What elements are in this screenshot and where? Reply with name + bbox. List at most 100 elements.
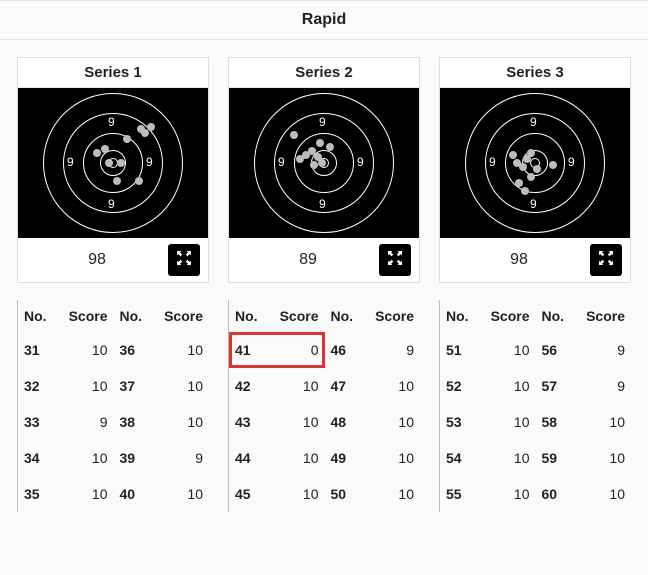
- shot-score: 10: [488, 368, 536, 404]
- col-header-no: No.: [536, 300, 581, 332]
- shot-no: 38: [114, 404, 162, 440]
- target: 9999: [229, 88, 419, 238]
- series-summary: 89: [229, 238, 419, 282]
- shot-score: 10: [488, 440, 536, 476]
- table-row: 469: [325, 332, 421, 368]
- shot-score: 9: [161, 440, 209, 476]
- table-row: 339: [18, 404, 114, 440]
- series-summary: 98: [18, 238, 208, 282]
- target: 9999: [18, 88, 208, 238]
- shot-score: 10: [583, 404, 631, 440]
- shot-no: 36: [114, 332, 162, 368]
- shot-score: 10: [372, 440, 420, 476]
- series-card: Series 1999998: [17, 57, 209, 283]
- shot-no: 46: [325, 332, 373, 368]
- table-row: 399: [114, 440, 210, 476]
- shot-score: 10: [161, 368, 209, 404]
- table-row: 3410: [18, 440, 114, 476]
- series-total: 98: [26, 251, 168, 269]
- table-row: 4910: [325, 440, 421, 476]
- shot-no: 39: [114, 440, 162, 476]
- table-row: 6010: [536, 476, 632, 512]
- shot-score: 10: [66, 440, 114, 476]
- series-title: Series 1: [18, 58, 208, 88]
- col-header-score: Score: [369, 300, 420, 332]
- ring-label: 9: [108, 115, 115, 129]
- shot-no: 50: [325, 476, 373, 512]
- expand-icon: [599, 251, 613, 270]
- shot-marker: [513, 159, 521, 167]
- score-table: No.Score4104210431044104510No.Score46947…: [228, 300, 420, 512]
- ring-label: 9: [67, 155, 74, 169]
- ring-label: 9: [568, 155, 575, 169]
- table-row: 569: [536, 332, 632, 368]
- shot-score: 9: [583, 332, 631, 368]
- shot-score: 10: [277, 440, 325, 476]
- table-row: 4510: [229, 476, 325, 512]
- shot-no: 57: [536, 368, 584, 404]
- shot-marker: [527, 149, 535, 157]
- shot-score: 10: [372, 368, 420, 404]
- table-row: 5210: [440, 368, 536, 404]
- shot-marker: [314, 153, 322, 161]
- shot-no: 49: [325, 440, 373, 476]
- table-row: 3710: [114, 368, 210, 404]
- expand-button[interactable]: [379, 244, 411, 276]
- expand-button[interactable]: [590, 244, 622, 276]
- col-header-no: No.: [229, 300, 274, 332]
- shot-marker: [105, 159, 113, 167]
- shot-no: 40: [114, 476, 162, 512]
- shot-marker: [515, 179, 523, 187]
- shot-score: 10: [583, 440, 631, 476]
- shot-score: 9: [583, 368, 631, 404]
- ring-label: 9: [530, 197, 537, 211]
- target: 9 9 9 9: [440, 88, 630, 238]
- tables-row: No.Score3110321033934103510No.Score36103…: [0, 300, 648, 512]
- ring-label: 9: [489, 155, 496, 169]
- shot-marker: [521, 187, 529, 195]
- shot-marker: [527, 173, 535, 181]
- shot-score: 10: [161, 476, 209, 512]
- shot-no: 60: [536, 476, 584, 512]
- table-row: 5910: [536, 440, 632, 476]
- shot-score: 10: [66, 332, 114, 368]
- ring-label: 9: [530, 115, 537, 129]
- table-row: 3210: [18, 368, 114, 404]
- shot-no: 53: [440, 404, 488, 440]
- col-header-no: No.: [114, 300, 159, 332]
- shot-marker: [123, 135, 131, 143]
- table-row: 410: [229, 332, 325, 368]
- shot-score: 10: [488, 332, 536, 368]
- series-card: Series 2999989: [228, 57, 420, 283]
- table-row: 4210: [229, 368, 325, 404]
- shot-score: 10: [277, 404, 325, 440]
- shot-score: 10: [488, 404, 536, 440]
- shot-score: 10: [372, 476, 420, 512]
- shot-no: 54: [440, 440, 488, 476]
- series-total: 98: [448, 251, 590, 269]
- table-row: 5510: [440, 476, 536, 512]
- expand-button[interactable]: [168, 244, 200, 276]
- shot-marker: [290, 131, 298, 139]
- shot-no: 33: [18, 404, 66, 440]
- shot-score: 10: [372, 404, 420, 440]
- shot-score: 10: [161, 332, 209, 368]
- col-header-score: Score: [274, 300, 325, 332]
- table-row: 5310: [440, 404, 536, 440]
- shot-no: 56: [536, 332, 584, 368]
- shot-score: 10: [488, 476, 536, 512]
- shot-no: 34: [18, 440, 66, 476]
- series-summary: 98: [440, 238, 630, 282]
- col-header-score: Score: [158, 300, 209, 332]
- col-header-score: Score: [485, 300, 536, 332]
- shot-no: 42: [229, 368, 277, 404]
- shot-score: 10: [66, 368, 114, 404]
- shot-marker: [135, 177, 143, 185]
- shot-score: 10: [161, 404, 209, 440]
- shot-no: 45: [229, 476, 277, 512]
- shot-marker: [113, 177, 121, 185]
- series-total: 89: [237, 251, 379, 269]
- shot-marker: [147, 123, 155, 131]
- page-title: Rapid: [0, 0, 648, 40]
- table-row: 4410: [229, 440, 325, 476]
